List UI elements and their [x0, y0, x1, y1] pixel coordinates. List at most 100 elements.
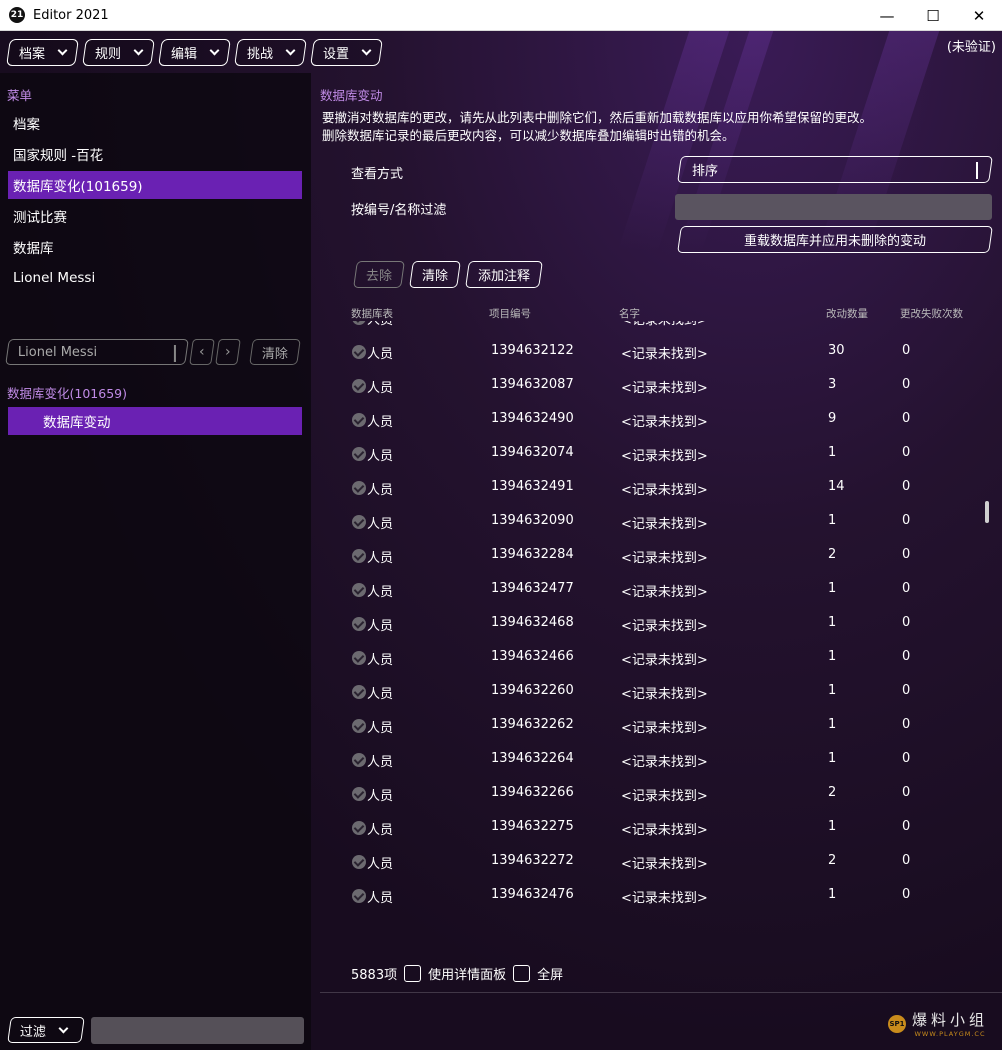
cell-change-count: 1	[828, 615, 837, 630]
table-row[interactable]: 人员 1394632260 <记录未找到> 1 0	[320, 675, 990, 709]
player-combo[interactable]: Lionel Messi	[5, 339, 189, 365]
clear-button[interactable]: 清除	[409, 261, 461, 288]
column-header-table[interactable]: 数据库表	[351, 306, 393, 321]
table-row[interactable]: 人员 1394632074 <记录未找到> 1 0	[320, 437, 990, 471]
column-header-id[interactable]: 项目编号	[489, 306, 531, 321]
cell-fail-count: 0	[902, 853, 911, 868]
table-row[interactable]: 人员 1394632284 <记录未找到> 2 0	[320, 539, 990, 573]
detail-panel-checkbox[interactable]	[404, 965, 422, 982]
cell-change-count: 1	[828, 445, 837, 460]
watermark-coin-icon: SP1	[887, 1014, 906, 1033]
app-body: 档案 规则 编辑 挑战 设置 (未验证) 菜单 档案 国家规则 -百花 数据库变…	[0, 31, 1002, 1050]
table-row[interactable]: 人员 1394632264 <记录未找到> 1 0	[320, 743, 990, 777]
check-circle-icon	[352, 321, 366, 325]
cell-change-count: 1	[828, 321, 836, 324]
add-note-button[interactable]: 添加注释	[465, 261, 543, 288]
table-row[interactable]: 人员 1394632266 <记录未找到> 2 0	[320, 777, 990, 811]
sidebar-item-profile[interactable]: 档案	[8, 109, 302, 137]
chevron-down-icon	[58, 1023, 69, 1033]
cell-id: 1394632090	[491, 513, 574, 528]
check-circle-icon	[352, 549, 366, 563]
cell-fail-count: 0	[902, 717, 911, 732]
menu-label: 编辑	[171, 47, 198, 62]
close-button[interactable]: ✕	[956, 0, 1002, 31]
table-row[interactable]: 人员 1394632468 <记录未找到> 1 0	[320, 607, 990, 641]
column-header-fail-count[interactable]: 更改失败次数	[900, 306, 963, 321]
cell-table: 人员	[367, 789, 394, 804]
check-circle-icon	[352, 413, 366, 427]
sidebar-item-national-rules[interactable]: 国家规则 -百花	[8, 140, 302, 168]
player-clear-button[interactable]: 清除	[249, 339, 301, 365]
sidebar-filter-input[interactable]	[91, 1017, 304, 1044]
column-header-change-count[interactable]: 改动数量	[826, 306, 868, 321]
table-row[interactable]: 人员 1394632477 <记录未找到> 1 0	[320, 573, 990, 607]
fullscreen-checkbox[interactable]	[513, 965, 531, 982]
check-circle-icon	[352, 787, 366, 801]
cell-id: 1394632466	[491, 649, 574, 664]
table-row[interactable]: 人员 1394632490 <记录未找到> 9 0	[320, 403, 990, 437]
sidebar-sub-item-db-changes[interactable]: 数据库变动	[8, 407, 302, 435]
divider	[320, 992, 1002, 993]
cell-change-count: 3	[828, 377, 837, 392]
reload-database-button[interactable]: 重载数据库并应用未删除的变动	[677, 226, 993, 253]
cell-table: 人员	[367, 653, 394, 668]
cell-table: 人员	[367, 755, 394, 770]
table-row[interactable]: 人员 1394632090 <记录未找到> 1 0	[320, 505, 990, 539]
next-button[interactable]: ›	[215, 339, 241, 365]
filter-dropdown[interactable]: 过滤	[7, 1017, 85, 1043]
cell-fail-count: 0	[902, 445, 911, 460]
cell-change-count: 2	[828, 547, 837, 562]
minimize-button[interactable]: —	[864, 0, 910, 31]
cell-fail-count: 0	[902, 513, 911, 528]
table-row[interactable]: 人员 1394632122 <记录未找到> 30 0	[320, 335, 990, 369]
table-row[interactable]: 人员 1394632466 <记录未找到> 1 0	[320, 641, 990, 675]
cell-table: 人员	[367, 585, 394, 600]
check-circle-icon	[352, 617, 366, 631]
menu-settings[interactable]: 设置	[310, 39, 383, 66]
player-selector-row: Lionel Messi ‹ › 清除	[5, 339, 301, 365]
prev-button[interactable]: ‹	[189, 339, 215, 365]
maximize-button[interactable]: ☐	[910, 0, 956, 31]
view-mode-label: 查看方式	[351, 167, 404, 182]
table-row[interactable]: 人员 1394632087 <记录未找到> 3 0	[320, 369, 990, 403]
window-controls: — ☐ ✕	[864, 0, 1002, 31]
sidebar-item-test-match[interactable]: 测试比赛	[8, 202, 302, 230]
table-row[interactable]: 人员 1394632491 <记录未找到> 14 0	[320, 471, 990, 505]
cell-fail-count: 0	[902, 751, 911, 766]
cell-table: 人员	[367, 619, 394, 634]
cell-fail-count: 0	[902, 683, 911, 698]
cell-name: <记录未找到>	[621, 551, 708, 566]
check-circle-icon	[352, 889, 366, 903]
table-row[interactable]: 人员 1394632476 <记录未找到> 1 0	[320, 879, 990, 913]
chevron-down-icon	[209, 45, 220, 56]
sidebar-item-database[interactable]: 数据库	[8, 233, 302, 261]
table-row[interactable]: 人员 1394632275 <记录未找到> 1 0	[320, 811, 990, 845]
cell-fail-count: 0	[902, 411, 911, 426]
cell-id: 1394632264	[491, 751, 574, 766]
name-filter-input[interactable]	[675, 194, 992, 220]
menu-challenge[interactable]: 挑战	[234, 39, 307, 66]
watermark-text: 爆料小组 WWW.PLAYGM.CC	[912, 1009, 988, 1038]
cell-table: 人员	[367, 551, 394, 566]
menu-rules[interactable]: 规则	[82, 39, 155, 66]
table-row[interactable]: 人员 1394632262 <记录未找到> 1 0	[320, 709, 990, 743]
sidebar-item-db-changes[interactable]: 数据库变化(101659)	[8, 171, 302, 199]
column-header-name[interactable]: 名字	[619, 306, 640, 321]
table-row[interactable]: 人员 1394632320 <记录未找到> 1 0	[320, 321, 990, 335]
cell-name: <记录未找到>	[621, 619, 708, 634]
check-circle-icon	[352, 583, 366, 597]
sidebar-menu-heading: 菜单	[7, 88, 33, 103]
title-bar: 21 Editor 2021 — ☐ ✕	[0, 0, 1002, 31]
cell-name: <记录未找到>	[621, 755, 708, 770]
scrollbar-thumb[interactable]	[985, 501, 989, 523]
chevron-down-icon	[133, 45, 144, 56]
cell-fail-count: 0	[902, 547, 911, 562]
menu-profile[interactable]: 档案	[6, 39, 79, 66]
app-logo-icon: 21	[9, 7, 25, 23]
remove-button[interactable]: 去除	[353, 261, 405, 288]
view-mode-select[interactable]: 排序	[677, 156, 993, 183]
table-row[interactable]: 人员 1394632272 <记录未找到> 2 0	[320, 845, 990, 879]
verification-status: (未验证)	[946, 40, 996, 55]
sidebar-item-player[interactable]: Lionel Messi	[8, 264, 302, 292]
menu-edit[interactable]: 编辑	[158, 39, 231, 66]
